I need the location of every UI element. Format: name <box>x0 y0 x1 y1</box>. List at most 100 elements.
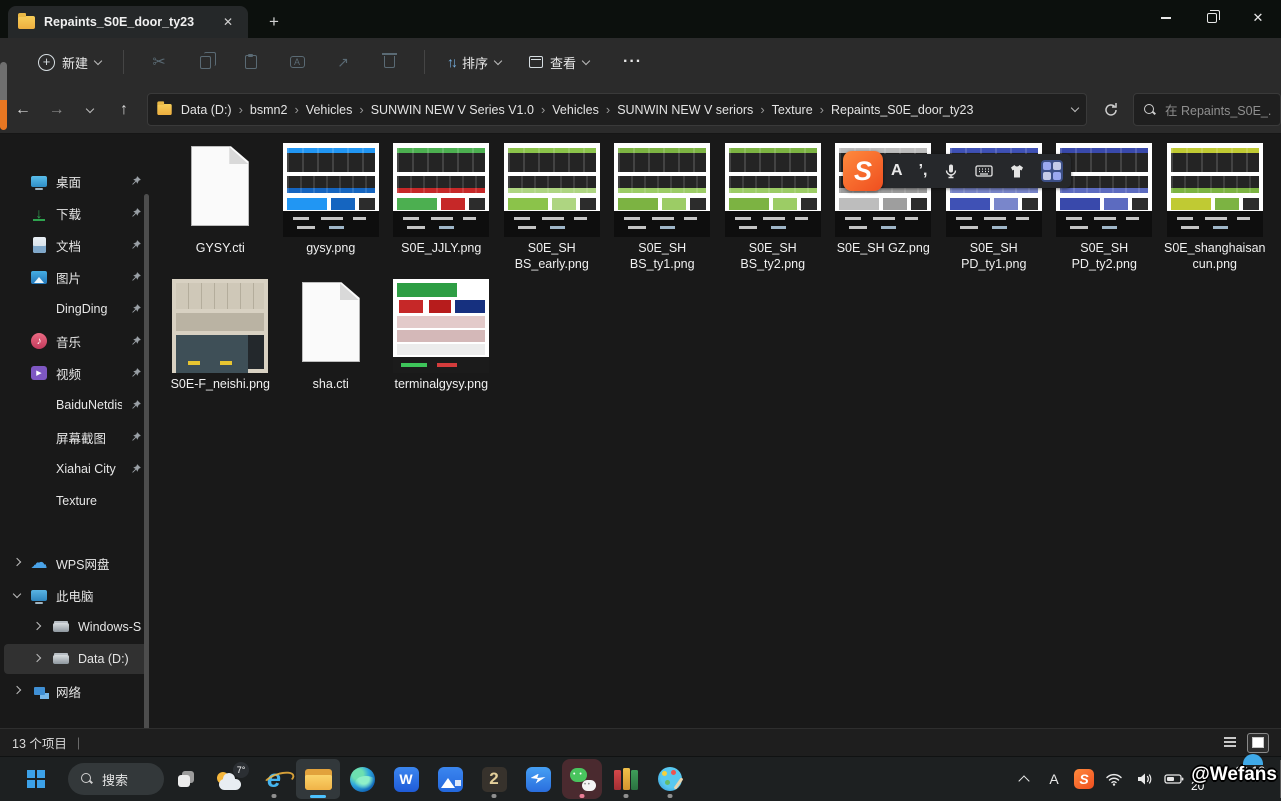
file-item[interactable]: S0E_shanghaisancun.png <box>1160 141 1271 277</box>
sogou-logo-icon[interactable]: S <box>843 151 883 191</box>
expand-chevron-icon[interactable] <box>33 621 41 629</box>
file-item[interactable]: gysy.png <box>276 141 387 277</box>
edge-button[interactable] <box>340 759 384 799</box>
sidebar-item[interactable]: 桌面 <box>4 166 148 196</box>
expand-chevron-icon[interactable] <box>33 653 41 661</box>
sidebar-scrollbar[interactable] <box>144 194 149 754</box>
sidebar-item[interactable]: 文档 <box>4 230 148 260</box>
task-view-button[interactable] <box>164 759 208 799</box>
breadcrumb-item[interactable]: bsmn2 › <box>244 100 300 120</box>
close-button[interactable]: ✕ <box>1235 0 1281 36</box>
sidebar-item[interactable]: BaiduNetdis <box>4 390 148 420</box>
breadcrumb-item[interactable]: Vehicles › <box>300 100 365 120</box>
sidebar-item[interactable]: 音乐 <box>4 326 148 356</box>
taskbar-search[interactable]: 搜索 <box>68 763 164 795</box>
file-item[interactable]: S0E_SH BS_early.png <box>497 141 608 277</box>
forward-button[interactable]: → <box>40 94 74 126</box>
details-view-toggle[interactable] <box>1219 733 1241 753</box>
hidden-icons-button[interactable] <box>1011 761 1037 797</box>
start-button[interactable] <box>14 759 58 799</box>
microphone-icon[interactable] <box>943 163 959 179</box>
breadcrumb-label[interactable]: SUNWIN NEW V seriors <box>611 100 759 120</box>
sidebar-item[interactable]: Xiahai City <box>4 454 148 484</box>
sidebar-tree-item[interactable]: 网络 <box>4 676 148 706</box>
skin-tshirt-icon[interactable] <box>1009 164 1025 179</box>
sidebar-tree-item[interactable]: Data (D:) <box>4 644 148 674</box>
explorer-tab[interactable]: Repaints_S0E_door_ty23 ✕ <box>8 6 248 38</box>
breadcrumb-label[interactable]: bsmn2 <box>244 100 294 120</box>
volume-icon[interactable] <box>1131 761 1157 797</box>
new-button[interactable]: + 新建 <box>28 45 111 79</box>
wps-office-button[interactable]: W <box>384 759 428 799</box>
screen-edge-handle[interactable] <box>0 62 7 130</box>
more-options-button[interactable]: ··· <box>613 45 652 79</box>
breadcrumb-item[interactable]: Texture › <box>766 100 825 120</box>
file-item[interactable]: terminalgysy.png <box>386 277 497 413</box>
sidebar-item[interactable]: 视频 <box>4 358 148 388</box>
breadcrumb[interactable]: Data (D:) › bsmn2 › Vehicles › SUNWIN NE… <box>147 93 1087 126</box>
file-item[interactable]: GYSY.cti <box>165 141 276 277</box>
new-tab-button[interactable]: + <box>262 10 286 34</box>
breadcrumb-label[interactable]: Vehicles <box>546 100 605 120</box>
breadcrumb-label[interactable]: Data (D:) <box>175 100 238 120</box>
file-item[interactable]: S0E_SH BS_ty2.png <box>718 141 829 277</box>
maximize-restore-button[interactable] <box>1189 0 1235 36</box>
input-language-indicator[interactable]: A <box>1041 761 1067 797</box>
sidebar-item[interactable]: 图片 <box>4 262 148 292</box>
file-item[interactable]: S0E_SH BS_ty1.png <box>607 141 718 277</box>
sidebar-item[interactable]: ↓ 下载 <box>4 198 148 228</box>
breadcrumb-item[interactable]: SUNWIN NEW V seriors › <box>611 100 765 120</box>
ime-language-toggle[interactable]: A <box>891 162 903 180</box>
breadcrumb-item[interactable]: Vehicles › <box>546 100 611 120</box>
sidebar-tree-item[interactable]: Windows-SSD <box>4 612 148 642</box>
xunlei-button[interactable] <box>516 759 560 799</box>
file-explorer-button[interactable] <box>296 759 340 799</box>
battery-icon[interactable] <box>1161 761 1187 797</box>
internet-explorer-button[interactable]: e <box>252 759 296 799</box>
bus-game-button[interactable]: 2 <box>472 759 516 799</box>
breadcrumb-label[interactable]: Texture <box>766 100 819 120</box>
breadcrumb-label[interactable]: Vehicles <box>300 100 359 120</box>
minimize-button[interactable] <box>1143 0 1189 36</box>
breadcrumb-label[interactable]: SUNWIN NEW V Series V1.0 <box>365 100 540 120</box>
wifi-icon[interactable] <box>1101 761 1127 797</box>
toolbox-grid-icon[interactable] <box>1041 160 1063 182</box>
sidebar-item[interactable]: DingDing <box>4 294 148 324</box>
file-item[interactable]: S0E_JJLY.png <box>386 141 497 277</box>
keyboard-icon[interactable] <box>975 164 993 178</box>
rename-icon[interactable]: A <box>288 53 306 71</box>
expand-chevron-icon[interactable] <box>13 589 21 597</box>
paste-icon[interactable] <box>242 53 260 71</box>
cut-icon[interactable]: ✂ <box>150 53 168 71</box>
sort-button[interactable]: ↑↓ 排序 <box>437 45 511 79</box>
breadcrumb-item[interactable]: SUNWIN NEW V Series V1.0 › <box>365 100 547 120</box>
mountain-app-button[interactable] <box>428 759 472 799</box>
winrar-button[interactable] <box>604 759 648 799</box>
breadcrumb-label[interactable]: Repaints_S0E_door_ty23 <box>825 100 979 120</box>
refresh-icon[interactable] <box>1103 102 1119 118</box>
large-icons-view-toggle[interactable] <box>1247 733 1269 753</box>
delete-icon[interactable] <box>380 53 398 71</box>
ime-punctuation-toggle[interactable]: ’, <box>919 162 928 180</box>
file-item[interactable]: sha.cti <box>276 277 387 413</box>
sidebar-item[interactable]: Texture <box>4 486 148 516</box>
sidebar-item[interactable]: 屏幕截图 <box>4 422 148 452</box>
copy-icon[interactable] <box>196 53 214 71</box>
view-button[interactable]: 查看 <box>519 45 599 79</box>
weather-widget[interactable]: 7° <box>208 759 252 799</box>
breadcrumb-item[interactable]: Repaints_S0E_door_ty23 › <box>825 100 979 120</box>
tab-close-icon[interactable]: ✕ <box>218 12 238 32</box>
file-item[interactable]: S0E-F_neishi.png <box>165 277 276 413</box>
breadcrumb-item[interactable]: Data (D:) › <box>175 100 244 120</box>
search-input[interactable]: 在 Repaints_S0E_... <box>1133 93 1281 126</box>
wechat-button[interactable] <box>560 759 604 799</box>
address-dropdown-icon[interactable] <box>1071 104 1079 112</box>
recent-locations-button[interactable] <box>73 94 107 126</box>
paint-app-button[interactable] <box>648 759 692 799</box>
sidebar-tree-item[interactable]: ☁ WPS网盘 <box>4 548 148 578</box>
expand-chevron-icon[interactable] <box>13 685 21 693</box>
sogou-tray-button[interactable]: S <box>1071 761 1097 797</box>
up-button[interactable]: ↑ <box>107 94 141 126</box>
sidebar-tree-item[interactable]: 此电脑 <box>4 580 148 610</box>
back-button[interactable]: ← <box>6 94 40 126</box>
